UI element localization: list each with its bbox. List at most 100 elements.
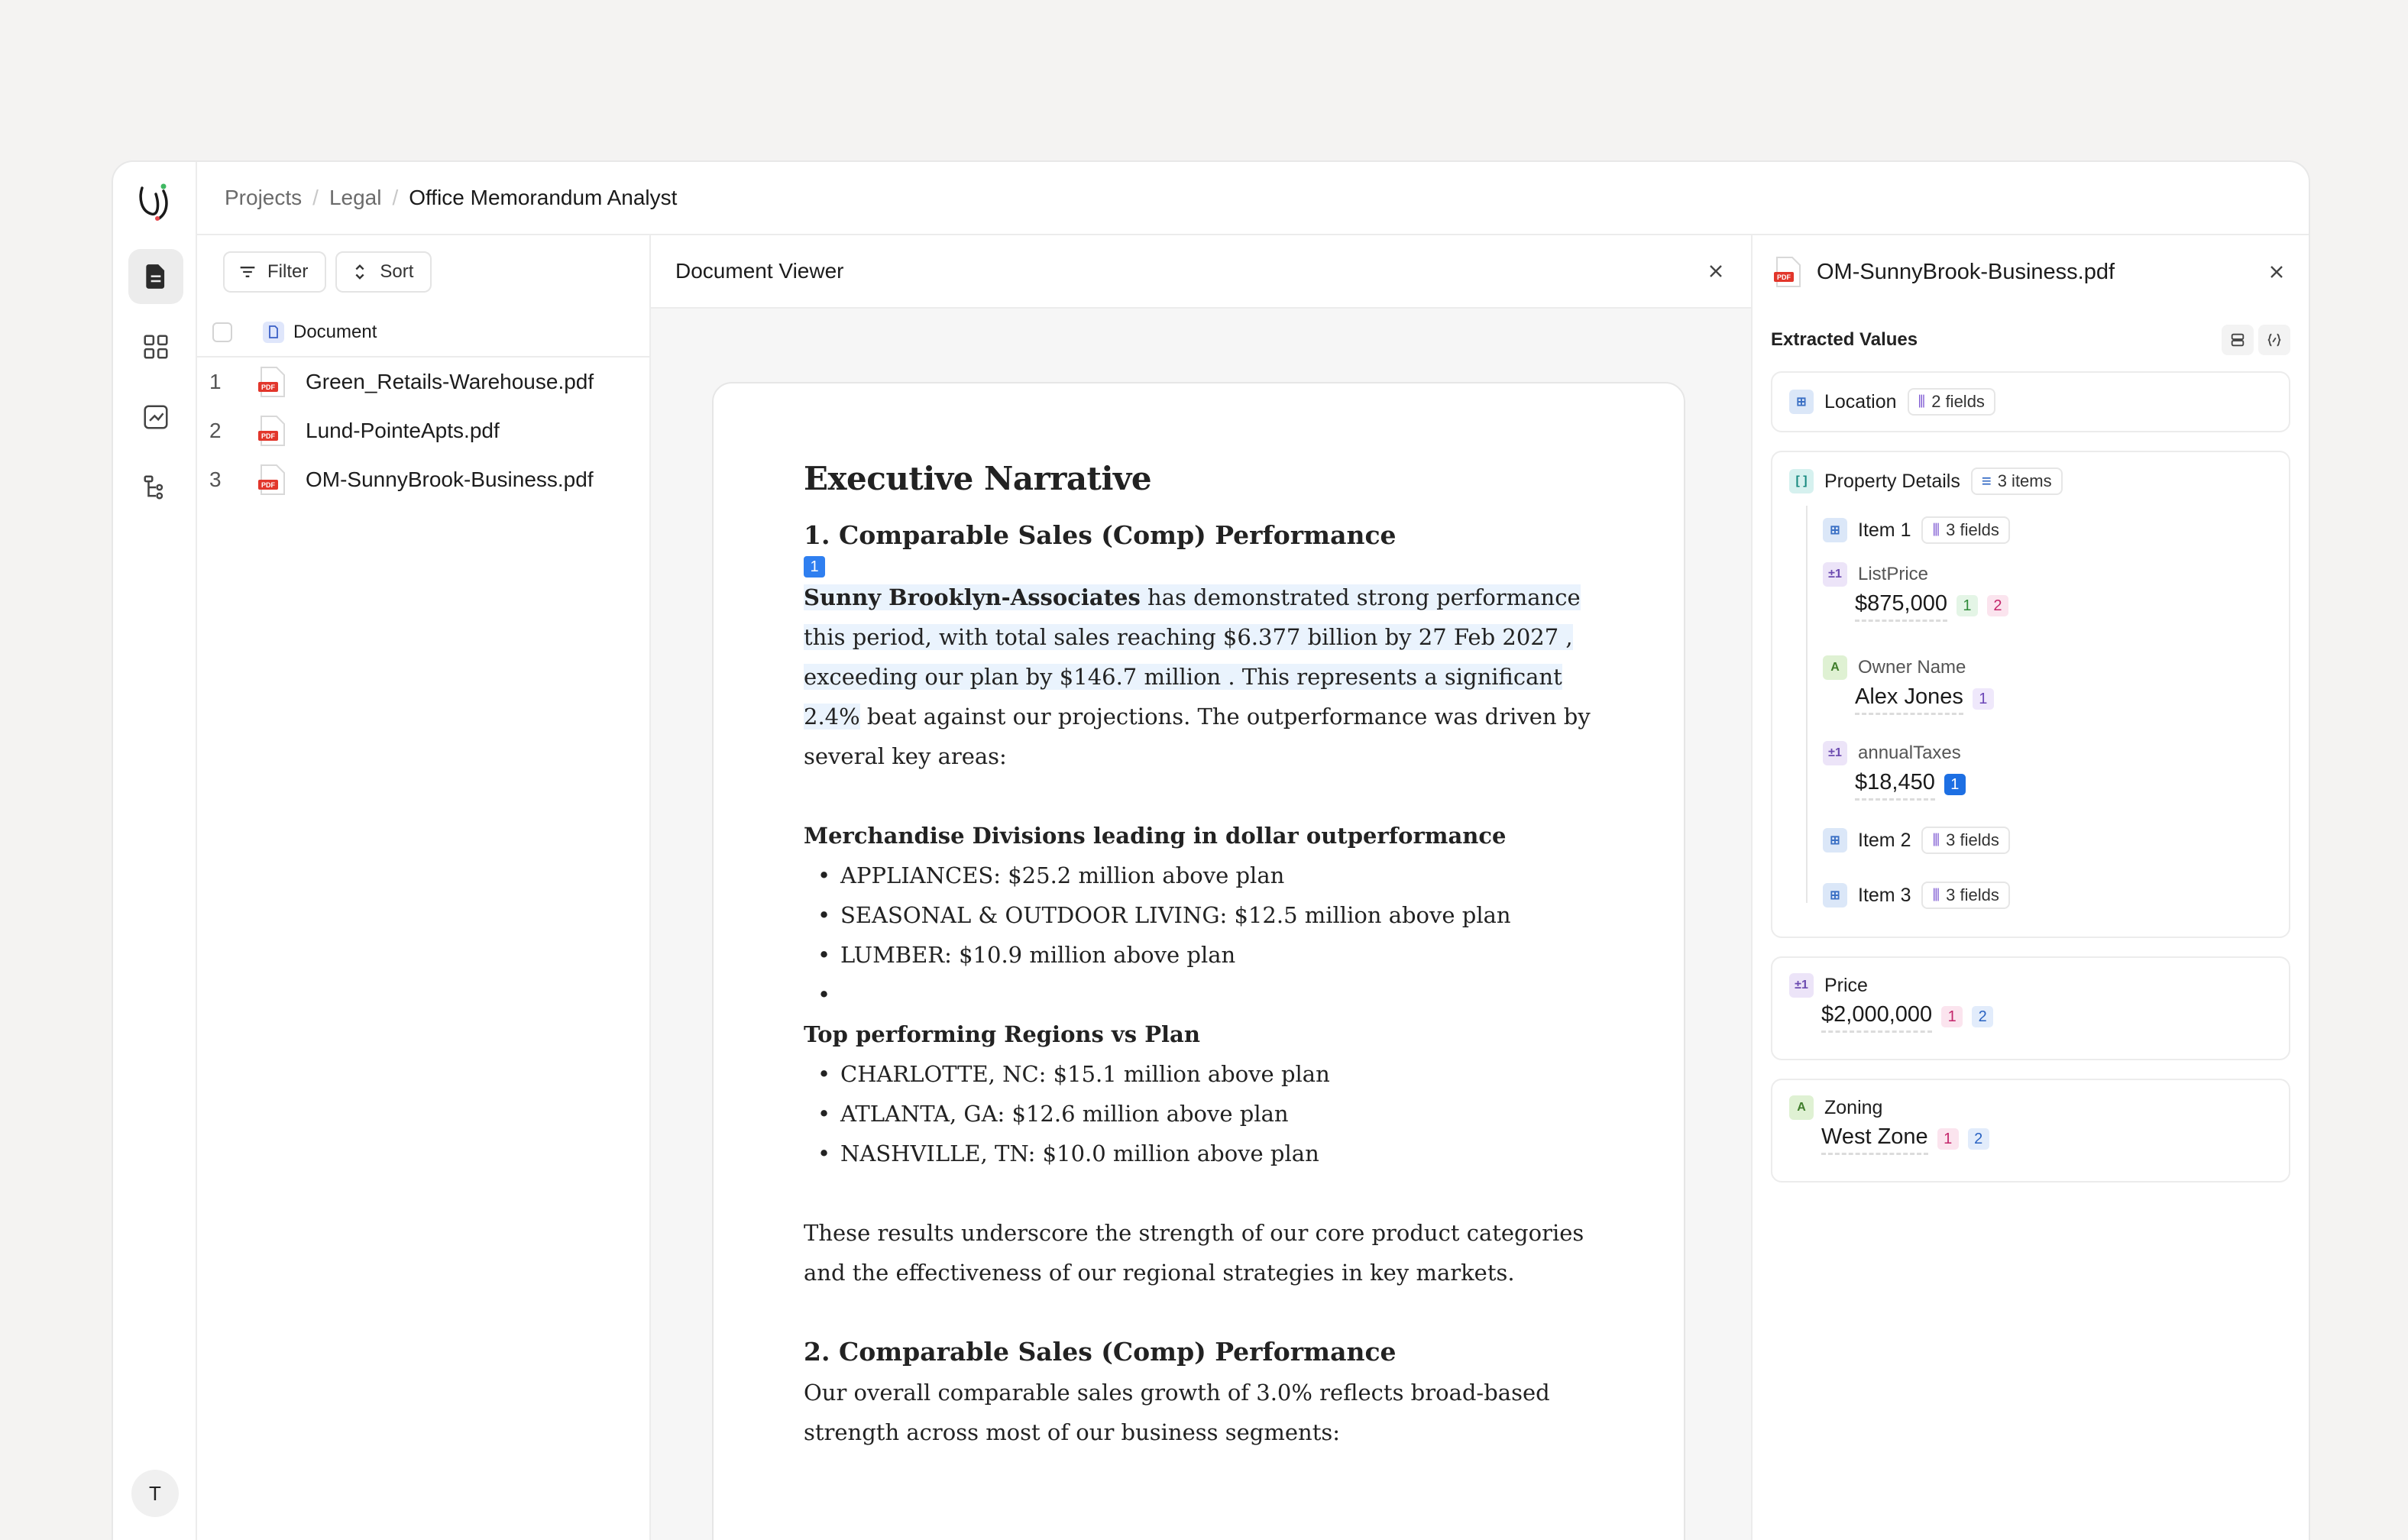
rows-icon: [2231, 333, 2245, 347]
field-count-chip: ⦀ 2 fields: [1907, 388, 1995, 416]
filter-icon: [240, 267, 255, 277]
list-price-field[interactable]: ±1 ListPrice $875,000 1 2: [1823, 562, 2008, 622]
list-toolbar: Filter Sort: [197, 235, 649, 309]
breadcrumb-current: Office Memorandum Analyst: [409, 186, 678, 209]
table-icon: ⊞: [1823, 828, 1847, 852]
filter-button[interactable]: Filter: [223, 251, 327, 293]
list-item: CHARLOTTE, NC: $15.1 million above plan: [804, 1054, 1594, 1094]
section-title: Extracted Values: [1771, 329, 1918, 350]
json-view-button[interactable]: [2258, 325, 2290, 355]
user-avatar[interactable]: T: [131, 1470, 179, 1517]
price-field[interactable]: ±1 Price $2,000,000 1 2: [1771, 956, 2290, 1060]
columns-icon: ⦀: [1932, 885, 1940, 904]
text-icon: A: [1789, 1095, 1814, 1120]
source-ref[interactable]: 1: [1944, 774, 1966, 795]
list-item[interactable]: 2 PDF Lund-PointeApts.pdf: [197, 406, 649, 455]
panel-file-name: OM-SunnyBrook-Business.pdf: [1817, 259, 2115, 284]
pdf-icon: PDF: [258, 416, 285, 446]
source-ref[interactable]: 1: [1956, 595, 1978, 616]
item-3-row[interactable]: ⊞ Item 3 ⦀ 3 fields: [1823, 882, 2010, 909]
sort-button[interactable]: Sort: [335, 251, 432, 293]
table-icon: ⊞: [1823, 518, 1847, 542]
annual-taxes-field[interactable]: ±1 annualTaxes $18,450 1: [1823, 741, 1966, 801]
close-icon[interactable]: [1705, 260, 1727, 282]
list-item: SEASONAL & OUTDOOR LIVING: $12.5 million…: [804, 895, 1594, 935]
array-icon: [ ]: [1789, 469, 1814, 493]
breadcrumb-projects[interactable]: Projects: [225, 186, 302, 210]
columns-icon: ⦀: [1932, 830, 1940, 849]
grid-nav-button[interactable]: [128, 319, 183, 374]
citation-marker[interactable]: 1: [804, 556, 825, 578]
columns-icon: ⦀: [1918, 392, 1926, 411]
workflow-nav-button[interactable]: [128, 460, 183, 515]
item-1-row[interactable]: ⊞ Item 1 ⦀ 3 fields: [1823, 516, 2010, 544]
item-2-row[interactable]: ⊞ Item 2 ⦀ 3 fields: [1823, 827, 2010, 854]
zoning-field[interactable]: A Zoning West Zone 1 2: [1771, 1079, 2290, 1182]
list-view-button[interactable]: [2222, 325, 2254, 355]
section-title: 2. Comparable Sales (Comp) Performance: [804, 1337, 1397, 1367]
panel-header: PDF OM-SunnyBrook-Business.pdf: [1753, 235, 2309, 309]
source-ref[interactable]: 2: [1967, 1128, 1989, 1150]
number-icon: ±1: [1823, 741, 1847, 765]
source-ref[interactable]: 1: [1937, 1128, 1959, 1150]
chart-icon: [144, 405, 168, 429]
owner-name-field[interactable]: A Owner Name Alex Jones 1: [1823, 655, 1994, 715]
document-name: OM-SunnyBrook-Business.pdf: [306, 467, 594, 491]
source-ref[interactable]: 1: [1972, 688, 1994, 710]
list-item: LUMBER: $10.9 million above plan: [804, 935, 1594, 975]
nav-rail: T: [113, 162, 197, 1540]
list-item: NASHVILLE, TN: $10.0 million above plan: [804, 1134, 1594, 1173]
breadcrumb-legal[interactable]: Legal: [329, 186, 382, 210]
documents-nav-button[interactable]: [128, 249, 183, 304]
svg-text:PDF: PDF: [1777, 273, 1791, 281]
bullet-list: APPLIANCES: $25.2 million above plan SEA…: [804, 856, 1594, 1014]
extraction-panel: PDF OM-SunnyBrook-Business.pdf Extracted…: [1753, 235, 2309, 1540]
tree-icon: [144, 475, 163, 500]
pdf-icon: PDF: [258, 367, 285, 397]
svg-text:PDF: PDF: [261, 432, 276, 440]
svg-text:PDF: PDF: [261, 383, 276, 391]
source-ref[interactable]: 2: [1986, 595, 2008, 616]
analytics-nav-button[interactable]: [128, 390, 183, 445]
document-name: Lund-PointeApts.pdf: [306, 419, 500, 442]
property-details-field[interactable]: [ ] Property Details ≡ 3 items ⊞ Item 1 ⦀…: [1771, 451, 2290, 938]
list-icon: ≡: [1981, 471, 1992, 490]
document-name: Green_Retails-Warehouse.pdf: [306, 370, 594, 393]
list-item[interactable]: 3 PDF OM-SunnyBrook-Business.pdf: [197, 455, 649, 504]
viewer-title: Document Viewer: [675, 259, 844, 283]
close-icon[interactable]: [2266, 261, 2287, 283]
text-icon: A: [1823, 655, 1847, 680]
sort-icon: [355, 264, 364, 280]
paragraph: Our overall comparable sales growth of 3…: [804, 1380, 1550, 1445]
document-page: Executive Narrative 1. Comparable Sales …: [712, 382, 1685, 1540]
document-column-header[interactable]: Document: [293, 322, 377, 343]
app-window: T Projects / Legal / Office Memorandum A…: [112, 160, 2310, 1540]
pdf-icon: PDF: [1774, 257, 1801, 287]
list-item[interactable]: 1 PDF Green_Retails-Warehouse.pdf: [197, 358, 649, 406]
code-icon: [2267, 333, 2281, 347]
location-field[interactable]: ⊞ Location ⦀ 2 fields: [1771, 371, 2290, 432]
document-column-icon: [263, 322, 284, 343]
number-icon: ±1: [1823, 562, 1847, 587]
table-icon: ⊞: [1789, 390, 1814, 414]
item-count-chip: ≡ 3 items: [1970, 467, 2063, 495]
section-title: 1. Comparable Sales (Comp) Performance: [804, 520, 1397, 550]
app-logo[interactable]: [136, 180, 176, 223]
subheading: Merchandise Divisions leading in dollar …: [804, 823, 1507, 849]
grid-icon: [144, 335, 168, 359]
list-item: ATLANTA, GA: $12.6 million above plan: [804, 1094, 1594, 1134]
list-item: [804, 975, 1594, 1014]
document-list-panel: Filter Sort Document 1 PDF Green_Retails…: [197, 235, 651, 1540]
source-ref[interactable]: 2: [1972, 1006, 1994, 1027]
pdf-icon: PDF: [258, 464, 285, 495]
table-icon: ⊞: [1823, 883, 1847, 907]
subheading: Top performing Regions vs Plan: [804, 1021, 1200, 1047]
number-icon: ±1: [1789, 973, 1814, 998]
source-ref[interactable]: 1: [1941, 1006, 1963, 1027]
document-viewer: Document Viewer Executive Narrative 1. C…: [651, 235, 1753, 1540]
document-icon: [146, 264, 165, 289]
svg-text:PDF: PDF: [261, 481, 276, 489]
select-all-checkbox[interactable]: [212, 322, 232, 342]
document-heading: Executive Narrative: [804, 460, 1152, 497]
columns-icon: ⦀: [1932, 520, 1940, 539]
